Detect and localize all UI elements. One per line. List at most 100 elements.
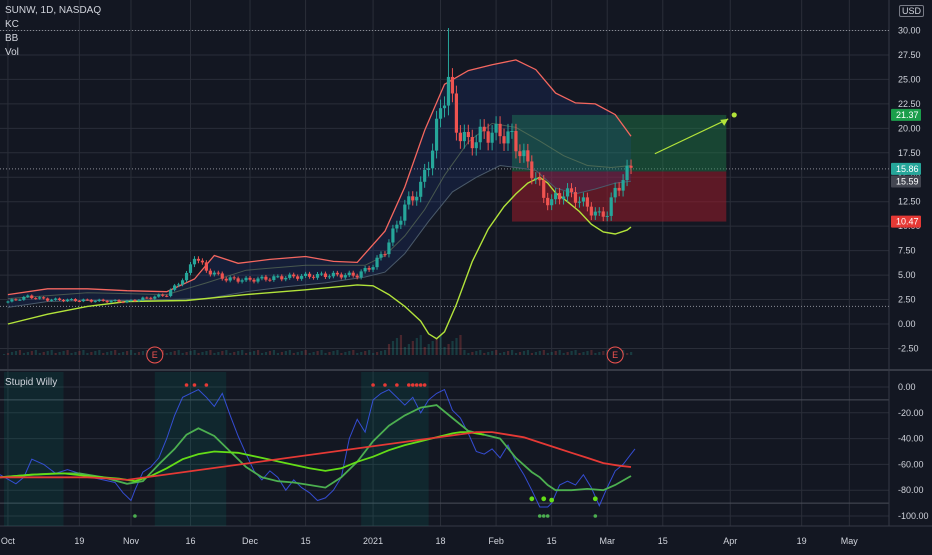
candle-body [538,177,542,181]
candle-body [288,274,292,278]
volume-bar [189,351,192,355]
price-tick-label: 20.00 [898,123,921,133]
volume-bar [356,353,359,355]
volume-bar [554,351,557,355]
candle-body [347,272,351,276]
volume-bar [34,350,37,355]
candle-body [220,273,224,279]
volume-bar [288,350,291,355]
candle-body [93,301,97,303]
price-tick-label: 12.50 [898,197,921,207]
candle-body [359,271,363,278]
candle-body [546,197,550,206]
candle-body [276,276,280,278]
candle-body [419,181,423,197]
candle-body [319,273,324,275]
candle-body [581,197,586,202]
current-price-badge-text: 15.86 [896,164,919,174]
volume-bar [407,344,410,355]
price-tick-label: 25.00 [898,74,921,84]
candle-body [530,161,534,179]
volume-bar [169,352,172,355]
time-tick-label: Dec [242,536,259,546]
candle-body [557,193,562,200]
candle-body [478,126,482,143]
candle-body [335,272,339,275]
candle-body [236,278,240,282]
volume-bar [14,351,18,355]
volume-bar [566,352,569,355]
volume-bar [308,353,311,355]
candle-body [363,268,367,272]
osc-top-marker [192,383,197,387]
price-tick-label: 2.50 [898,295,916,305]
indicator-bb-label[interactable]: BB [5,32,101,46]
volume-bar [280,352,283,355]
volume-bar [510,350,514,355]
candle-body [625,165,629,181]
candle-body [109,300,113,303]
symbol-line[interactable]: SUNW, 1D, NASDAQ [5,4,101,18]
volume-bar [507,351,510,355]
volume-bar [256,350,260,355]
osc-bottom-marker [529,496,535,502]
volume-bar [201,352,204,355]
volume-bar [534,352,537,355]
candle-body [85,299,89,301]
volume-bar [249,352,252,355]
volume-bar [586,351,589,355]
candle-body [196,258,201,261]
trading-chart[interactable]: EE30.0027.5025.0022.5020.0017.5015.0012.… [0,0,932,550]
osc-top-marker [410,383,415,387]
candle-body [252,279,256,282]
volume-bar [268,351,272,355]
volume-bar [324,353,327,355]
candle-body [387,242,391,255]
volume-bar [229,353,232,355]
candle-body [53,298,58,300]
volume-bar [225,350,228,355]
candle-body [165,295,169,297]
candle-body [407,196,411,205]
candle-body [593,211,597,216]
indicator-vol-label[interactable]: Vol [5,46,101,60]
candle-body [494,123,498,133]
volume-bar [62,351,65,355]
candle-body [589,206,593,216]
chart-canvas[interactable]: EE30.0027.5025.0022.5020.0017.5015.0012.… [0,0,932,550]
volume-bar [455,338,458,355]
volume-bar [94,351,97,355]
volume-bar [102,353,105,355]
candle-body [200,260,205,263]
volume-bar [387,344,391,355]
candle-body [6,301,10,303]
candle-body [224,278,228,281]
candle-body [101,299,105,301]
candle-body [307,273,312,277]
osc-top-marker [418,383,423,387]
time-tick-label: May [841,536,859,546]
candle-body [371,267,375,270]
time-tick-label: 16 [185,536,195,546]
indicator-kc-label[interactable]: KC [5,18,101,32]
currency-badge[interactable]: USD [898,5,924,17]
volume-bar [411,341,414,355]
volume-bar [558,350,561,355]
volume-bar [550,352,553,355]
candle-body [105,300,109,303]
volume-bar [78,351,81,355]
osc-tick-label: -20.00 [898,408,924,418]
volume-bar [296,352,299,355]
volume-bar [546,353,549,355]
candle-body [315,274,320,278]
time-tick-label: Oct [1,536,16,546]
volume-bar [54,353,57,355]
volume-bar [364,351,367,355]
candle-body [141,297,145,300]
candle-body [69,299,74,301]
candle-body [561,196,566,200]
oscillator-title[interactable]: Stupid Willy [5,377,57,388]
candle-body [169,289,173,296]
candle-body [613,187,617,198]
volume-bar [82,350,85,355]
